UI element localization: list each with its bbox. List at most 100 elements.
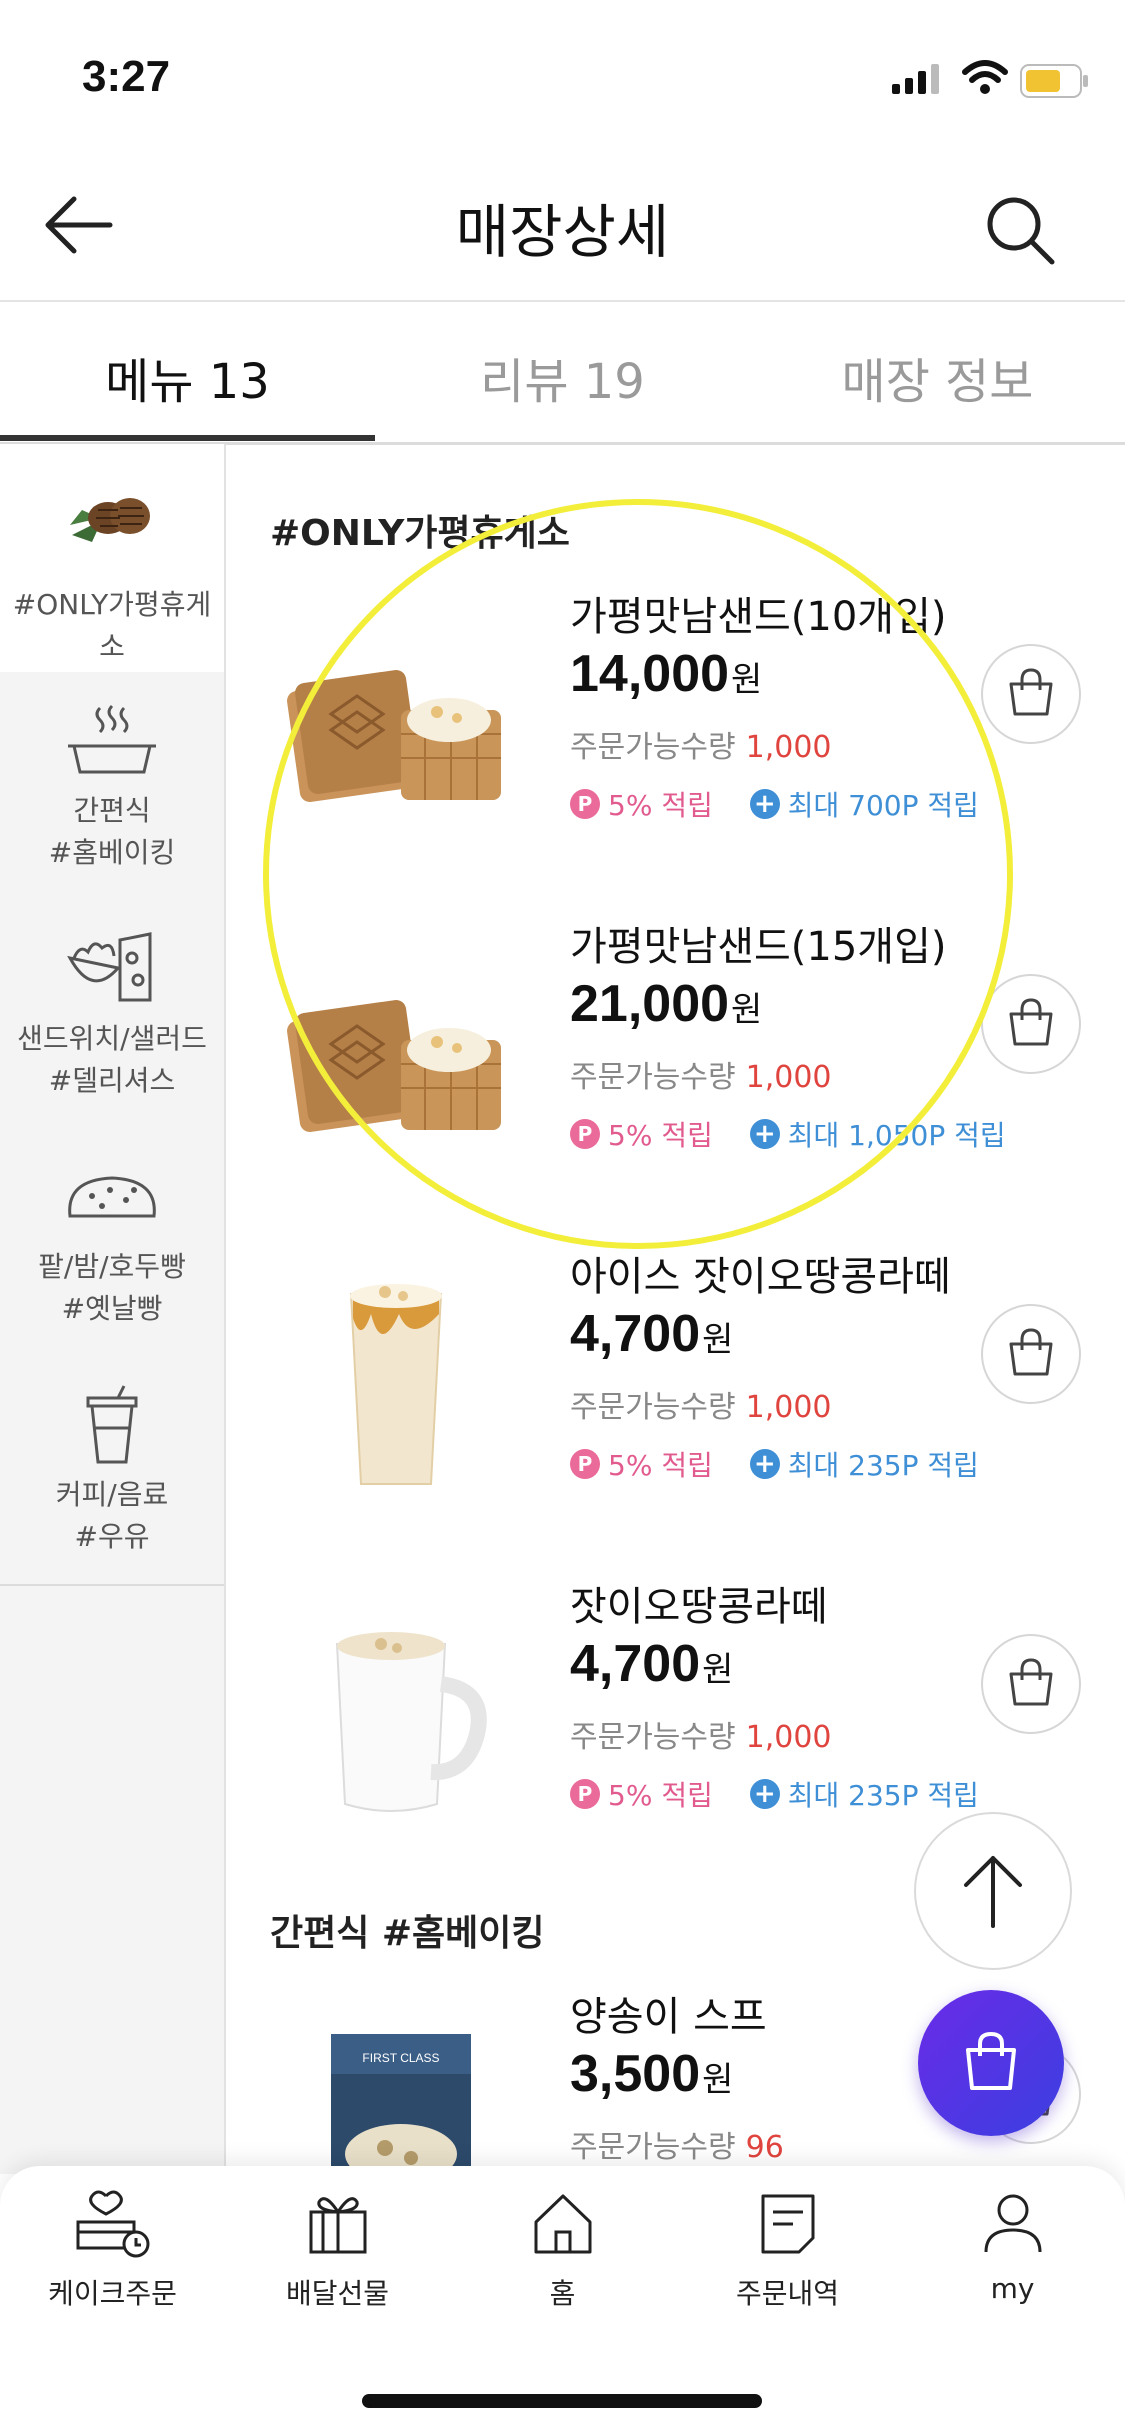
nav-label: 배달선물 [285, 2277, 390, 2310]
sandwich-salad-icon [67, 932, 152, 1002]
qty-label: 주문가능수량 [570, 1060, 736, 1095]
item-price: 4,700 [570, 1305, 701, 1363]
soup-box-image: FIRST CLASS [331, 2034, 471, 2174]
point-badge-icon: P [570, 1119, 600, 1149]
sidebar-item-coffee[interactable]: 커피/음료 #우유 [0, 1356, 224, 1586]
sandwich-cookie-image [287, 670, 501, 802]
iced-latte-image [349, 1284, 443, 1485]
sidebar-item-label: 커피/음료 [55, 1478, 169, 1511]
currency-unit: 원 [731, 661, 763, 699]
home-indicator [362, 2394, 762, 2408]
sidebar-item-sandwich[interactable]: 샌드위치/샐러드 #델리셔스 [0, 900, 224, 1130]
user-icon [984, 2194, 1041, 2253]
cake-clock-icon [76, 2190, 149, 2258]
qty-label: 주문가능수량 [570, 730, 736, 765]
item-name: 양송이 스프 [570, 1994, 767, 2040]
item-price: 3,500 [570, 2045, 701, 2103]
wifi-icon [962, 60, 1008, 94]
tab-reviews[interactable]: 리뷰 19 [375, 342, 750, 412]
status-bar: 3:27 [0, 0, 1125, 150]
point-badge-icon: P [570, 789, 600, 819]
menu-item[interactable]: 가평맛남샌드(10개입) 14,000원 주문가능수량 1,000 P 5% 적립 … [226, 584, 1125, 914]
plus-circle-icon: + [749, 789, 780, 819]
qty-label: 주문가능수량 [570, 1390, 736, 1425]
point-rate: 5% 적립 [608, 789, 713, 822]
sidebar-item-label: #ONLY가평휴게소 [12, 588, 212, 663]
arrow-up-icon [964, 1856, 1022, 1928]
menu-item[interactable]: 가평맛남샌드(15개입) 21,000원 주문가능수량 1,000 P 5% 적립 … [226, 914, 1125, 1244]
add-to-cart-button[interactable] [981, 1304, 1081, 1404]
soup-box-text: FIRST CLASS [362, 2051, 439, 2065]
plus-circle-icon: + [749, 1119, 780, 1149]
item-name: 아이스 잣이오땅콩라떼 [570, 1254, 951, 1300]
nav-label: my [990, 2272, 1035, 2305]
gift-icon [309, 2197, 366, 2254]
shopping-bag-icon [1009, 998, 1053, 1046]
item-name: 잣이오땅콩라떼 [570, 1584, 828, 1630]
currency-unit: 원 [702, 1321, 734, 1359]
tab-menu[interactable]: 메뉴 13 [0, 342, 375, 412]
sidebar-item-red-bean-bread[interactable]: 팥/밤/호두빵 #옛날빵 [0, 1128, 224, 1358]
point-badge-icon: P [570, 1779, 600, 1809]
active-tab-indicator [0, 435, 375, 441]
steaming-bowl-icon [68, 704, 156, 774]
point-rate: 5% 적립 [608, 1449, 713, 1482]
sidebar-item-sublabel: #홈베이킹 [48, 836, 176, 869]
max-point: 최대 235P 적립 [787, 1779, 979, 1812]
add-to-cart-button[interactable] [981, 644, 1081, 744]
qty-value: 1,000 [745, 1720, 832, 1755]
cart-fab-button[interactable] [918, 1990, 1064, 2136]
search-icon[interactable] [980, 190, 1060, 270]
nav-delivery-gift[interactable]: 배달선물 [225, 2188, 450, 2312]
item-price: 4,700 [570, 1635, 701, 1693]
receipt-icon [761, 2194, 814, 2254]
section-title: 간편식 #홈베이킹 [270, 1913, 545, 1954]
qty-value: 1,000 [745, 1390, 832, 1425]
point-rate: 5% 적립 [608, 1779, 713, 1812]
point-badge-icon: P [570, 1449, 600, 1479]
app-header: 매장상세 [0, 150, 1125, 302]
section-title: #ONLY가평휴게소 [270, 513, 570, 554]
nav-cake-order[interactable]: 케이크주문 [0, 2188, 225, 2312]
max-point: 최대 235P 적립 [787, 1449, 979, 1482]
qty-label: 주문가능수량 [570, 1720, 736, 1755]
sidebar-item-label: 샌드위치/샐러드 [17, 1022, 207, 1055]
qty-label: 주문가능수량 [570, 2130, 736, 2165]
nav-my[interactable]: my [900, 2188, 1125, 2305]
sidebar-item-baking[interactable]: 간편식 #홈베이킹 [0, 672, 224, 902]
battery-icon [1020, 64, 1088, 98]
max-point: 최대 700P 적립 [787, 789, 979, 822]
point-rate: 5% 적립 [608, 1119, 713, 1152]
hot-latte-mug-image [335, 1632, 487, 1812]
bread-icon [68, 1176, 156, 1218]
home-icon [534, 2194, 591, 2254]
nav-label: 홈 [549, 2277, 576, 2310]
qty-value: 1,000 [745, 1060, 832, 1095]
add-to-cart-button[interactable] [981, 1634, 1081, 1734]
add-to-cart-button[interactable] [981, 974, 1081, 1074]
shopping-bag-icon [1009, 1658, 1053, 1706]
plus-circle-icon: + [749, 1779, 780, 1809]
shopping-bag-icon [1009, 1328, 1053, 1376]
nav-home[interactable]: 홈 [450, 2188, 675, 2312]
sidebar-item-sublabel: #우유 [74, 1520, 150, 1553]
category-sidebar: #ONLY가평휴게소 간편식 #홈베이킹 샌드위치/샐러드 #델리셔스 팥/밤/호두… [0, 444, 226, 2174]
item-name: 가평맛남샌드(15개입) [570, 924, 947, 970]
tab-bar: 메뉴 13 리뷰 19 매장 정보 [0, 302, 1125, 445]
qty-value: 96 [745, 2130, 784, 2165]
status-time: 3:27 [82, 52, 171, 101]
nav-label: 케이크주문 [48, 2277, 177, 2310]
scroll-to-top-button[interactable] [914, 1812, 1072, 1970]
coffee-cup-icon [86, 1385, 138, 1464]
pinecone-icon [70, 498, 150, 542]
menu-item[interactable]: 아이스 잣이오땅콩라떼 4,700원 주문가능수량 1,000 P 5% 적립 + 최… [226, 1244, 1125, 1574]
sidebar-item-sublabel: #델리셔스 [48, 1064, 176, 1097]
tab-store-info[interactable]: 매장 정보 [750, 342, 1125, 412]
sidebar-item-sublabel: #옛날빵 [61, 1292, 163, 1325]
currency-unit: 원 [702, 2061, 734, 2099]
item-name: 가평맛남샌드(10개입) [570, 594, 947, 640]
shopping-bag-icon [1009, 668, 1053, 716]
item-price: 21,000 [570, 975, 730, 1033]
nav-order-history[interactable]: 주문내역 [675, 2188, 900, 2312]
sidebar-item-only-gapyeong[interactable]: #ONLY가평휴게소 [0, 444, 224, 674]
